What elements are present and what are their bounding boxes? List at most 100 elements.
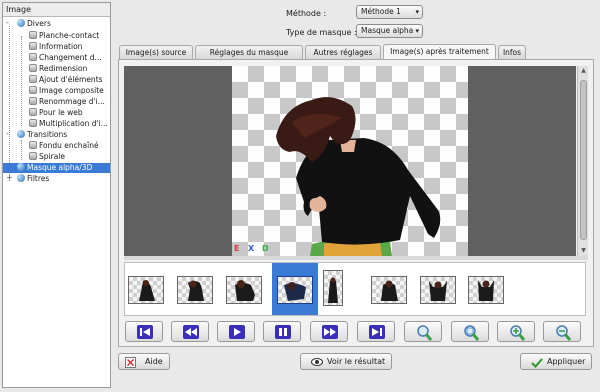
zoom-in-icon — [510, 325, 526, 341]
zoom-in-button[interactable] — [497, 321, 535, 342]
eye-icon — [311, 358, 323, 366]
mask-type-label: Type de masque : — [286, 28, 357, 37]
pause-icon — [275, 325, 291, 339]
method-select[interactable]: Méthode 1 ▾ — [356, 5, 423, 19]
play-icon — [229, 325, 245, 339]
tree-item-fondu[interactable]: Fondu enchaîné — [29, 141, 99, 151]
tool-icon — [29, 75, 37, 83]
first-frame-button[interactable] — [125, 321, 163, 342]
rewind-icon — [183, 325, 199, 339]
tree-panel: Image - Divers Planche-contact Informati… — [2, 2, 111, 388]
checkmark-icon — [531, 358, 543, 368]
thumbnail[interactable] — [420, 276, 456, 304]
tree-header: Image — [3, 3, 110, 17]
zoom-fit-icon — [464, 325, 480, 341]
fast-forward-button[interactable] — [310, 321, 348, 342]
channel-letter-e: E — [234, 244, 240, 253]
tree-item-renommage[interactable]: Renommage d'i... — [29, 97, 105, 107]
tree-item-multiplication[interactable]: Multiplication d'i... — [29, 119, 108, 129]
thumbnail[interactable] — [128, 276, 164, 304]
tree-item-filtres[interactable]: Filtres — [17, 174, 49, 184]
thumbnail[interactable] — [468, 276, 504, 304]
tree-item-planche-contact[interactable]: Planche-contact — [29, 31, 99, 41]
chevron-down-icon: ▾ — [415, 8, 419, 16]
tree-item-pour-le-web[interactable]: Pour le web — [29, 108, 83, 118]
mask-type-select[interactable]: Masque alpha ▾ — [356, 24, 423, 38]
tree-item-changement[interactable]: Changement d... — [29, 53, 102, 63]
thumbnail[interactable] — [177, 276, 213, 304]
method-label: Méthode : — [286, 9, 327, 18]
transparency-checkerboard — [232, 66, 468, 256]
thumbnail[interactable] — [371, 276, 407, 304]
fast-forward-icon — [322, 325, 338, 339]
last-frame-button[interactable] — [357, 321, 395, 342]
node-icon — [17, 19, 25, 27]
thumbnail[interactable] — [323, 270, 343, 306]
tree-line — [21, 36, 22, 126]
tab-other-settings[interactable]: Autres réglages — [305, 45, 381, 59]
thumbnail-strip[interactable] — [124, 262, 586, 316]
tree-item-ajout[interactable]: Ajout d'éléments — [29, 75, 103, 85]
tree-line — [21, 140, 22, 160]
thumbnail-selected[interactable] — [277, 276, 313, 304]
tool-icon — [29, 53, 37, 61]
vertical-scrollbar[interactable]: ▲ ▼ — [577, 66, 588, 256]
tree-item-transitions[interactable]: Transitions — [17, 130, 67, 140]
thumbnail-figure — [235, 280, 255, 301]
rewind-button[interactable] — [171, 321, 209, 342]
thumbnail-figure — [139, 280, 155, 301]
channel-letter-d: D — [262, 244, 269, 253]
thumbnail-figure — [284, 282, 306, 301]
collapse-icon[interactable]: - — [6, 129, 9, 138]
tool-icon — [29, 119, 37, 127]
tab-after-processing[interactable]: Image(s) après traitement — [383, 44, 496, 59]
tool-icon — [29, 31, 37, 39]
thumbnail-figure — [328, 277, 338, 303]
zoom-icon — [417, 325, 433, 341]
first-frame-icon — [137, 325, 153, 339]
zoom-out-button[interactable] — [543, 321, 581, 342]
horizontal-scrollbar[interactable] — [124, 256, 588, 260]
scrollbar-thumb[interactable] — [580, 80, 587, 240]
woman-photo — [276, 97, 441, 256]
tab-infos[interactable]: Infos — [498, 45, 526, 59]
image-preview[interactable] — [124, 66, 576, 256]
tree-item-information[interactable]: Information — [29, 42, 82, 52]
tool-icon — [29, 64, 37, 72]
thumbnail-figure — [381, 280, 398, 301]
tree-item-divers[interactable]: Divers — [17, 19, 51, 29]
tool-icon — [29, 97, 37, 105]
thumbnail-figure — [429, 281, 447, 301]
scroll-up-icon[interactable]: ▲ — [578, 66, 589, 76]
node-icon — [17, 130, 25, 138]
help-icon — [125, 357, 136, 368]
tree-item-spirale[interactable]: Spirale — [29, 152, 65, 162]
thumbnail-figure — [478, 280, 494, 301]
tab-mask-settings[interactable]: Réglages du masque — [195, 45, 303, 59]
tool-icon — [29, 42, 37, 50]
tool-icon — [29, 152, 37, 160]
collapse-icon[interactable]: - — [6, 18, 9, 27]
tree-item-masque-alpha[interactable]: Masque alpha/3D — [3, 163, 110, 173]
play-button[interactable] — [217, 321, 255, 342]
zoom-button[interactable] — [404, 321, 442, 342]
zoom-fit-button[interactable] — [451, 321, 489, 342]
pause-button[interactable] — [263, 321, 301, 342]
tree-item-redimension[interactable]: Redimension — [29, 64, 87, 74]
tool-icon — [29, 108, 37, 116]
channel-letter-x: X — [248, 244, 255, 253]
expand-icon[interactable]: + — [6, 173, 13, 182]
thumbnail[interactable] — [226, 276, 262, 304]
tree-item-image-composite[interactable]: Image composite — [29, 86, 104, 96]
thumbnail-figure — [188, 280, 204, 301]
scroll-down-icon[interactable]: ▼ — [578, 246, 589, 256]
apply-button[interactable]: Appliquer — [520, 353, 592, 370]
help-button[interactable]: Aide — [118, 353, 170, 370]
tab-source[interactable]: Image(s) source — [119, 45, 193, 59]
view-result-button[interactable]: Voir le résultat — [300, 353, 392, 370]
tool-icon — [29, 86, 37, 94]
zoom-out-icon — [556, 325, 572, 341]
chevron-down-icon: ▾ — [415, 27, 419, 35]
node-icon — [17, 174, 25, 182]
node-icon — [17, 163, 25, 171]
